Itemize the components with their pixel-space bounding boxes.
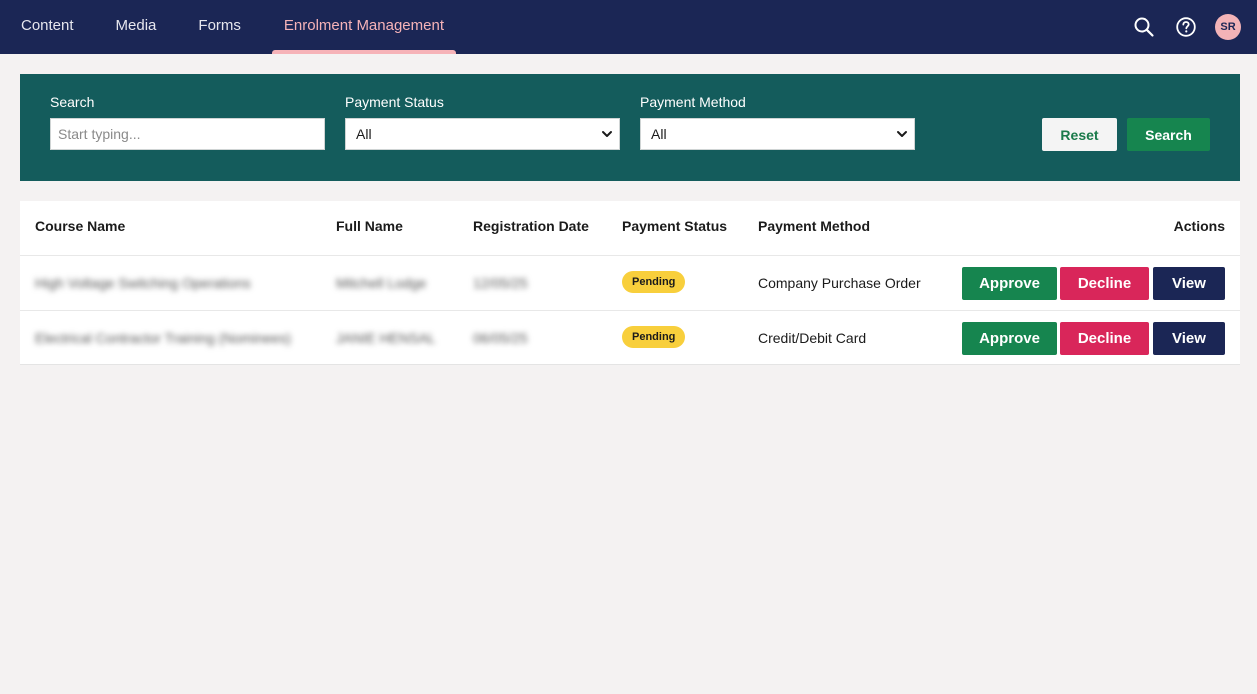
main-nav: Content Media Forms Enrolment Management [0, 0, 457, 54]
header-full-name[interactable]: Full Name [336, 218, 403, 234]
course-name-cell: High Voltage Switching Operations [35, 275, 251, 291]
search-input[interactable] [50, 118, 325, 150]
search-icon[interactable] [1131, 14, 1157, 40]
header-actions: Actions [1173, 218, 1225, 234]
top-nav-bar: Content Media Forms Enrolment Management… [0, 0, 1257, 54]
payment-status-value: All [356, 126, 372, 142]
chevron-down-icon [602, 131, 612, 137]
payment-method-field: Payment Method All [640, 94, 915, 150]
view-button[interactable]: View [1153, 267, 1225, 300]
nav-item-content[interactable]: Content [0, 0, 95, 54]
user-avatar[interactable]: SR [1215, 14, 1241, 40]
search-label: Search [50, 94, 95, 110]
help-icon[interactable] [1173, 14, 1199, 40]
filter-panel: Search Payment Status All Payment Method… [20, 74, 1240, 181]
header-registration-date[interactable]: Registration Date [473, 218, 589, 234]
reset-button[interactable]: Reset [1042, 118, 1117, 151]
header-payment-method[interactable]: Payment Method [758, 218, 870, 234]
approve-button[interactable]: Approve [962, 322, 1057, 355]
full-name-cell: JANIE HENSAL [336, 330, 436, 346]
nav-item-media[interactable]: Media [95, 0, 178, 54]
header-payment-status[interactable]: Payment Status [622, 218, 727, 234]
decline-button[interactable]: Decline [1060, 322, 1149, 355]
full-name-cell: Mitchell Lodge [336, 275, 427, 291]
payment-method-cell: Credit/Debit Card [758, 330, 867, 346]
status-badge: Pending [622, 326, 686, 348]
chevron-down-icon [897, 131, 907, 137]
payment-method-value: All [651, 126, 667, 142]
header-course-name[interactable]: Course Name [35, 218, 125, 234]
top-right-actions: SR [1131, 0, 1241, 54]
search-field: Search [50, 94, 325, 150]
search-button[interactable]: Search [1127, 118, 1210, 151]
approve-button[interactable]: Approve [962, 267, 1057, 300]
payment-method-select[interactable]: All [640, 118, 915, 150]
nav-item-forms[interactable]: Forms [177, 0, 262, 54]
nav-item-enrolment-management[interactable]: Enrolment Management [271, 0, 457, 54]
table-row: High Voltage Switching Operations Mitche… [20, 255, 1240, 310]
view-button[interactable]: View [1153, 322, 1225, 355]
registration-date-cell: 06/05/25 [473, 330, 528, 346]
payment-status-field: Payment Status All [345, 94, 620, 150]
payment-method-label: Payment Method [640, 94, 746, 110]
payment-status-select[interactable]: All [345, 118, 620, 150]
enrolment-table: Course Name Full Name Registration Date … [20, 201, 1240, 365]
table-row: Electrical Contractor Training (Nominees… [20, 310, 1240, 365]
status-badge: Pending [622, 271, 686, 293]
course-name-cell: Electrical Contractor Training (Nominees… [35, 330, 291, 346]
registration-date-cell: 12/05/25 [473, 275, 528, 291]
decline-button[interactable]: Decline [1060, 267, 1149, 300]
payment-status-label: Payment Status [345, 94, 444, 110]
payment-method-cell: Company Purchase Order [758, 275, 921, 291]
